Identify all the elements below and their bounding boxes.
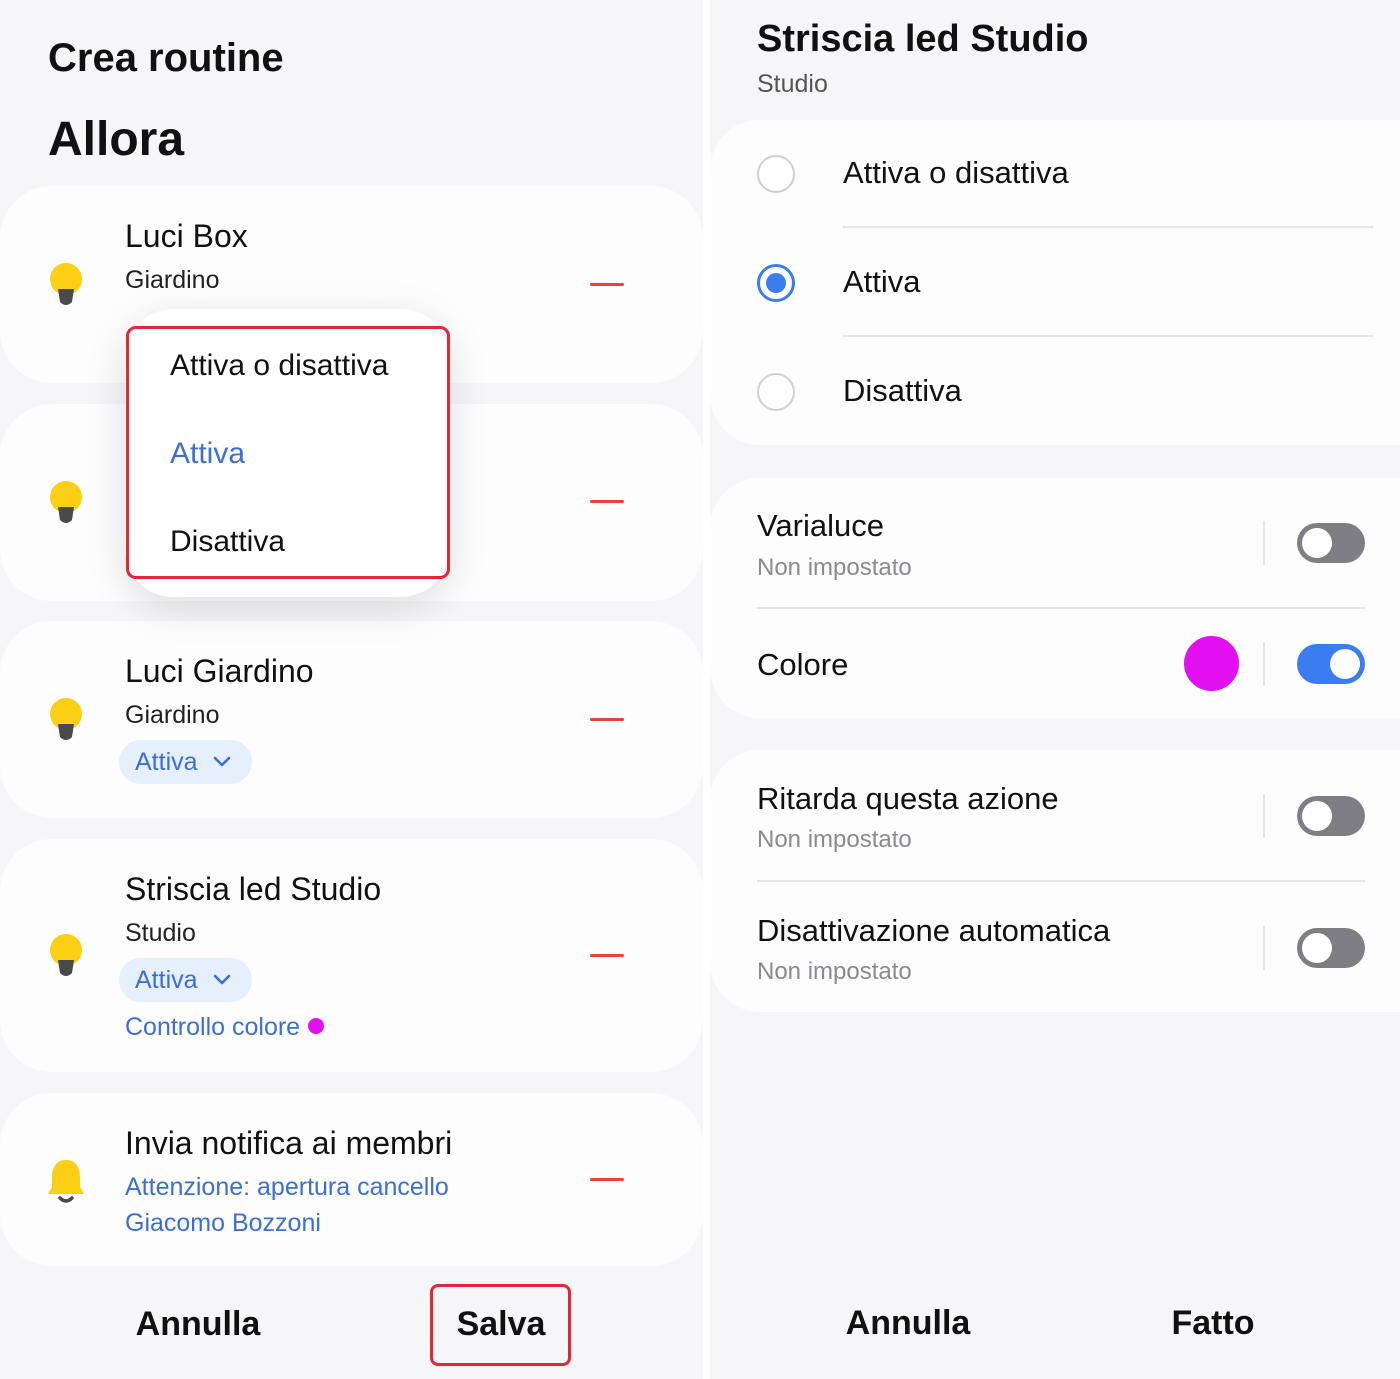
notification-title: Invia notifica ai membri bbox=[125, 1125, 453, 1161]
chevron-down-icon bbox=[213, 756, 230, 767]
divider bbox=[757, 880, 1365, 882]
action-card-striscia-led[interactable]: Striscia led Studio Studio Attiva Contro… bbox=[0, 839, 703, 1072]
device-action-panel: Striscia led Studio Studio Attiva o disa… bbox=[710, 0, 1400, 1379]
action-state-dropdown[interactable]: Attiva bbox=[119, 740, 252, 784]
timing-settings-card: Ritarda questa azione Non impostato Disa… bbox=[710, 750, 1400, 1012]
divider bbox=[757, 607, 1365, 609]
auto-off-value: Non impostato bbox=[757, 958, 912, 985]
action-state-dropdown[interactable]: Attiva bbox=[119, 958, 252, 1002]
dimmer-toggle[interactable] bbox=[1297, 523, 1365, 563]
device-room: Giardino bbox=[125, 266, 220, 294]
delay-toggle[interactable] bbox=[1297, 796, 1365, 836]
device-room: Studio bbox=[125, 919, 196, 947]
dropdown-item-toggle[interactable]: Attiva o disattiva bbox=[170, 349, 388, 383]
remove-minus-icon[interactable] bbox=[590, 954, 624, 957]
remove-minus-icon[interactable] bbox=[590, 500, 624, 503]
routine-editor-panel: Crea routine Allora Luci Box Giardino Lu… bbox=[0, 0, 703, 1379]
toggle-knob bbox=[1302, 801, 1332, 831]
divider bbox=[843, 226, 1373, 228]
device-name: Striscia led Studio bbox=[125, 871, 382, 907]
toggle-knob bbox=[1302, 933, 1332, 963]
radio-toggle[interactable] bbox=[757, 155, 795, 193]
color-control-link[interactable]: Controllo colore bbox=[125, 1013, 325, 1042]
color-toggle[interactable] bbox=[1297, 644, 1365, 684]
action-card-luci-giardino[interactable]: Luci Giardino Giardino Attiva bbox=[0, 621, 703, 818]
light-settings-card: Varialuce Non impostato Colore bbox=[710, 478, 1400, 718]
radio-label-toggle[interactable]: Attiva o disattiva bbox=[843, 155, 1069, 191]
lightbulb-icon bbox=[50, 263, 82, 305]
color-control-label: Controllo colore bbox=[125, 1013, 301, 1041]
radio-on[interactable] bbox=[757, 264, 795, 302]
action-state-label: Attiva bbox=[135, 965, 198, 994]
delay-label: Ritarda questa azione bbox=[757, 781, 1059, 816]
color-swatch[interactable] bbox=[1184, 636, 1239, 691]
toggle-knob bbox=[1330, 649, 1360, 679]
vertical-divider bbox=[1263, 642, 1265, 686]
auto-off-toggle[interactable] bbox=[1297, 928, 1365, 968]
state-options-card: Attiva o disattiva Attiva Disattiva bbox=[710, 120, 1400, 445]
radio-label-off[interactable]: Disattiva bbox=[843, 373, 962, 409]
toggle-knob bbox=[1302, 528, 1332, 558]
save-button[interactable]: Salva bbox=[433, 1305, 569, 1344]
cancel-button[interactable]: Annulla bbox=[810, 1304, 1006, 1343]
screen-divider bbox=[703, 0, 710, 1379]
lightbulb-icon bbox=[50, 481, 82, 523]
notification-message[interactable]: Attenzione: apertura cancello bbox=[125, 1173, 449, 1202]
state-dropdown-menu: Attiva o disattiva Attiva Disattiva bbox=[125, 309, 449, 597]
vertical-divider bbox=[1263, 794, 1265, 838]
dropdown-item-off[interactable]: Disattiva bbox=[170, 525, 285, 559]
lightbulb-icon bbox=[50, 698, 82, 740]
device-room: Studio bbox=[757, 70, 828, 98]
cancel-button[interactable]: Annulla bbox=[100, 1305, 296, 1344]
remove-minus-icon[interactable] bbox=[590, 718, 624, 721]
color-label: Colore bbox=[757, 647, 849, 682]
device-room: Giardino bbox=[125, 701, 220, 729]
bell-icon bbox=[48, 1160, 84, 1203]
delay-value: Non impostato bbox=[757, 826, 912, 853]
action-state-label: Attiva bbox=[135, 747, 198, 776]
device-name: Luci Giardino bbox=[125, 653, 314, 689]
notification-recipient[interactable]: Giacomo Bozzoni bbox=[125, 1209, 321, 1238]
dimmer-label: Varialuce bbox=[757, 508, 884, 543]
auto-off-label: Disattivazione automatica bbox=[757, 913, 1111, 948]
vertical-divider bbox=[1263, 521, 1265, 565]
dimmer-value: Non impostato bbox=[757, 554, 912, 581]
device-name: Luci Box bbox=[125, 218, 248, 254]
done-button[interactable]: Fatto bbox=[1140, 1304, 1286, 1343]
page-title: Crea routine bbox=[48, 36, 284, 80]
action-card-notification[interactable]: Invia notifica ai membri Attenzione: ape… bbox=[0, 1093, 703, 1266]
divider bbox=[843, 335, 1373, 337]
dropdown-item-on[interactable]: Attiva bbox=[170, 437, 245, 471]
lightbulb-icon bbox=[50, 934, 82, 976]
radio-label-on[interactable]: Attiva bbox=[843, 264, 921, 300]
color-dot bbox=[308, 1018, 325, 1035]
vertical-divider bbox=[1263, 926, 1265, 970]
remove-minus-icon[interactable] bbox=[590, 283, 624, 286]
device-title: Striscia led Studio bbox=[757, 18, 1089, 60]
radio-off[interactable] bbox=[757, 373, 795, 411]
remove-minus-icon[interactable] bbox=[590, 1178, 624, 1181]
chevron-down-icon bbox=[213, 974, 230, 985]
section-title-then: Allora bbox=[48, 113, 185, 166]
